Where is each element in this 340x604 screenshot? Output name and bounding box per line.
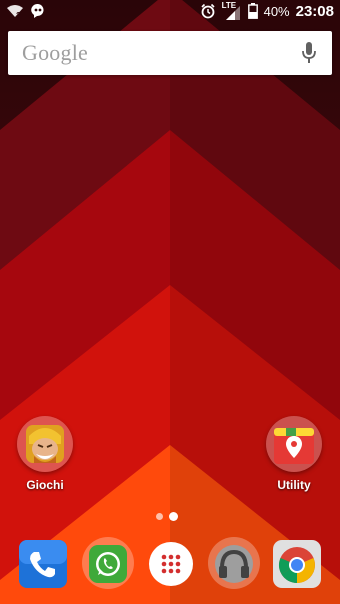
dock-phone[interactable] — [17, 538, 69, 590]
page-dot-2-active[interactable] — [169, 512, 178, 521]
google-search-bar[interactable]: Google — [8, 31, 332, 75]
clash-of-clans-folder-icon — [17, 416, 73, 472]
wifi-unknown-icon: ? — [7, 5, 23, 19]
dock-whatsapp[interactable] — [81, 536, 135, 590]
folder-giochi[interactable]: Giochi — [10, 416, 80, 492]
svg-text:?: ? — [16, 11, 21, 19]
microphone-icon[interactable] — [302, 42, 316, 64]
phone-icon — [19, 540, 67, 588]
page-indicator — [156, 512, 178, 521]
page-dot-1[interactable] — [156, 513, 163, 520]
folder-label-giochi: Giochi — [26, 478, 64, 492]
status-bar: ? LTE 40% 23:08 — [0, 0, 340, 24]
folder-utility[interactable]: Utility — [259, 416, 329, 492]
maps-folder-icon — [266, 416, 322, 472]
dock-chrome[interactable] — [271, 538, 323, 590]
battery-icon — [247, 3, 258, 19]
battery-percent: 40% — [263, 3, 290, 19]
dock-app-drawer[interactable] — [145, 538, 197, 590]
chrome-icon — [273, 540, 321, 588]
google-logo-text: Google — [22, 40, 88, 65]
alarm-clock-icon — [201, 3, 215, 19]
cell-signal-icon — [225, 6, 240, 20]
folder-label-utility: Utility — [277, 478, 311, 492]
dock-music[interactable] — [207, 536, 261, 590]
whatsapp-icon — [82, 537, 134, 589]
hangouts-icon — [31, 3, 44, 18]
app-drawer-icon — [149, 542, 193, 586]
clock-time: 23:08 — [295, 2, 334, 20]
headphones-icon — [208, 537, 260, 589]
